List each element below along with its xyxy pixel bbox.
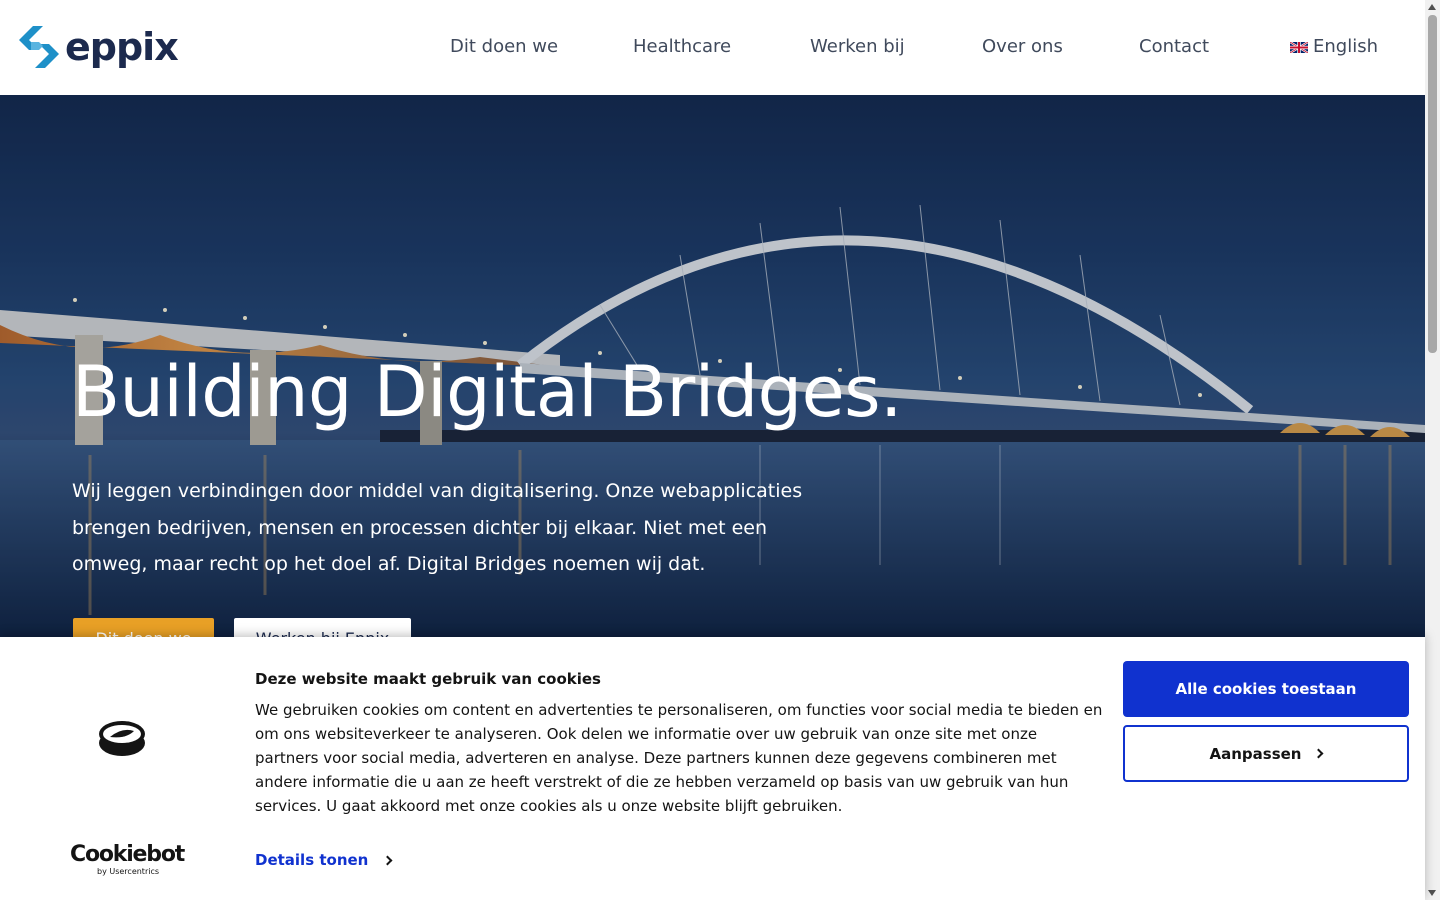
- cookie-text: We gebruiken cookies om content en adver…: [255, 701, 1103, 815]
- cookie-title: Deze website maakt gebruik van cookies: [255, 670, 601, 688]
- hero-text: Wij leggen verbindingen door middel van …: [72, 480, 803, 575]
- cookiebot-brand-name: Cookiebot: [70, 842, 185, 867]
- details-tonen-link[interactable]: Details tonen: [255, 851, 393, 869]
- hero-title: Building Digital Bridges.: [72, 351, 902, 433]
- page-scrollbar[interactable]: [1425, 0, 1440, 900]
- customize-label: Aanpassen: [1209, 744, 1302, 763]
- allow-all-cookies-button[interactable]: Alle cookies toestaan: [1123, 661, 1409, 717]
- nav-item-werken-bij[interactable]: Werken bij: [810, 36, 905, 58]
- nav-item-healthcare[interactable]: Healthcare: [633, 36, 731, 58]
- scroll-up-arrow-icon[interactable]: [1428, 4, 1436, 10]
- language-switcher[interactable]: English: [1290, 36, 1378, 58]
- nav-item-contact[interactable]: Contact: [1139, 36, 1209, 58]
- nav-item-over-ons[interactable]: Over ons: [982, 36, 1063, 58]
- cookiebot-brand-sub: by Usercentrics: [97, 867, 160, 876]
- nav-item-dit-doen-we[interactable]: Dit doen we: [450, 36, 558, 58]
- chevron-right-icon: [382, 855, 393, 865]
- customize-cookies-button[interactable]: Aanpassen: [1123, 725, 1409, 782]
- language-label: English: [1313, 36, 1378, 57]
- hero-section: Building Digital Bridges. Wij leggen ver…: [0, 95, 1425, 640]
- cookie-banner: Cookiebot by Usercentrics Deze website m…: [0, 637, 1425, 900]
- cookiebot-logo: Cookiebot by Usercentrics: [70, 842, 185, 877]
- scroll-down-arrow-icon[interactable]: [1428, 890, 1436, 896]
- main-nav: Dit doen we Healthcare Werken bij Over o…: [0, 36, 1425, 60]
- cookiebot-icon: [99, 721, 145, 756]
- site-header: eppix Dit doen we Healthcare Werken bij …: [0, 0, 1425, 95]
- scroll-thumb[interactable]: [1428, 15, 1437, 353]
- uk-flag-icon: [1290, 41, 1308, 53]
- chevron-right-icon: [1314, 748, 1324, 759]
- details-tonen-label: Details tonen: [255, 851, 369, 869]
